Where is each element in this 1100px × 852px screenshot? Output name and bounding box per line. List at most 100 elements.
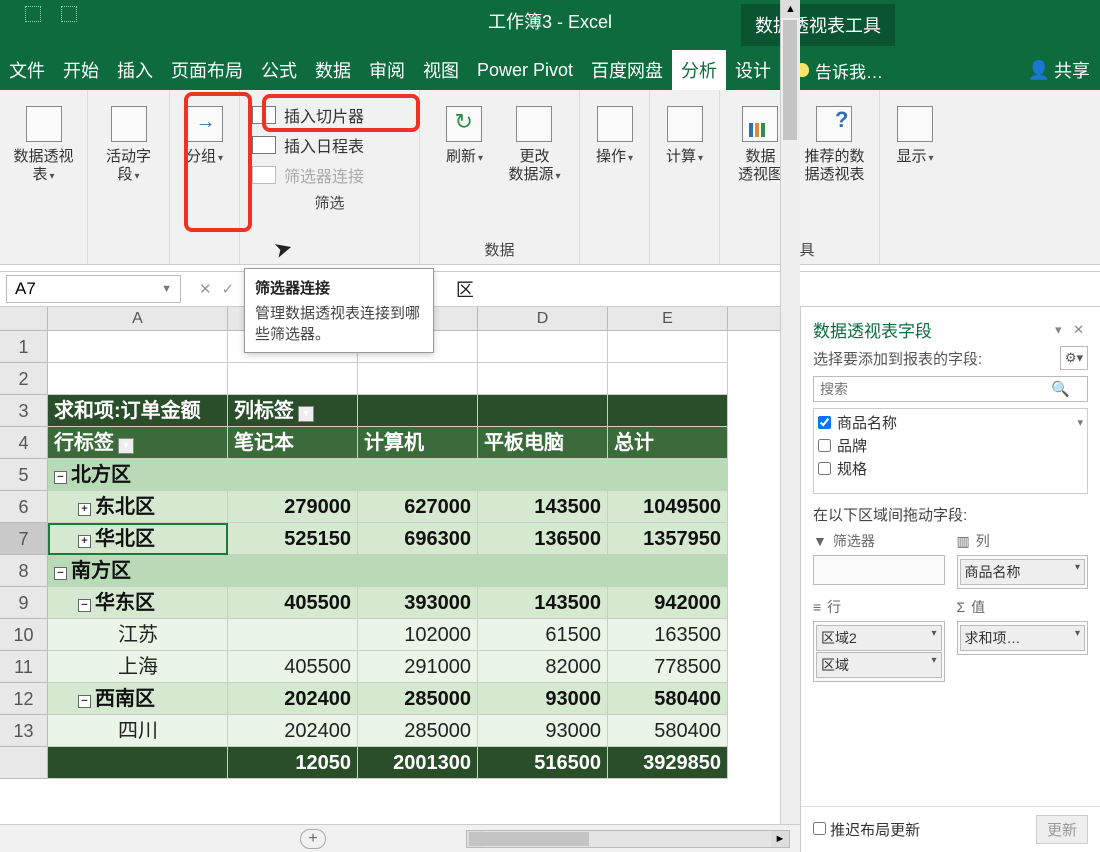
chevron-down-icon[interactable]: ▼ [161, 283, 172, 295]
actions-button[interactable]: 操作 [583, 94, 647, 258]
dropdown-icon[interactable]: ▾ [298, 406, 314, 422]
field-chip[interactable]: 区域▾ [816, 652, 942, 678]
tell-me[interactable]: 告诉我… [795, 58, 883, 83]
ribbon-group-tools: 数据 透视图 推荐的数 据透视表 工具 [720, 90, 880, 264]
arrow-icon [187, 106, 223, 142]
insert-slicer-button[interactable]: 插入切片器 [246, 100, 370, 130]
search-icon[interactable]: 🔍 [1051, 380, 1070, 398]
tab-powerpivot[interactable]: Power Pivot [468, 52, 582, 89]
horizontal-scrollbar[interactable]: ◄ ► [466, 830, 790, 848]
field-item[interactable]: 品牌 [818, 434, 1083, 457]
share-button[interactable]: 👤 共享 [1028, 57, 1090, 83]
panel-controls[interactable]: ▾ ✕ [1055, 322, 1088, 338]
collapse-icon[interactable]: − [54, 471, 67, 484]
area-columns[interactable]: ▥列 商品名称▾ [957, 531, 1089, 589]
select-all-corner[interactable] [0, 307, 48, 330]
actions-icon [597, 106, 633, 142]
scroll-up-icon[interactable]: ▲ [781, 0, 800, 18]
scroll-thumb[interactable] [783, 20, 797, 140]
vertical-scrollbar[interactable]: ▲ [780, 0, 800, 824]
show-button[interactable]: 显示 [883, 94, 947, 258]
tab-file[interactable]: 文件 [0, 49, 54, 91]
tab-home[interactable]: 开始 [54, 49, 108, 91]
ribbon: 数据透视表 活动字段 分组 插入切片器 插入日程表 筛选器连接 筛选 刷新 更改… [0, 90, 1100, 265]
field-chip[interactable]: 求和项…▾ [960, 625, 1086, 651]
qat-item[interactable] [61, 6, 77, 22]
add-sheet-button[interactable]: + [300, 829, 326, 849]
defer-layout-checkbox[interactable]: 推迟布局更新 [813, 819, 920, 840]
scroll-thumb[interactable] [469, 832, 589, 846]
row-header[interactable]: 9 [0, 587, 48, 619]
enter-icon[interactable]: ✓ [222, 280, 235, 298]
search-input[interactable] [813, 376, 1088, 402]
collapse-icon[interactable]: − [54, 567, 67, 580]
worksheet[interactable]: A B C D E 1 2 3 求和项:订单金额 列标签▾ 4 行标签▾ 笔记本… [0, 307, 800, 852]
expand-icon[interactable]: + [78, 503, 91, 516]
tab-data[interactable]: 数据 [306, 49, 360, 91]
formula-content[interactable]: 区 [456, 276, 474, 302]
refresh-button[interactable]: 刷新 [432, 94, 496, 237]
ribbon-group-filter: 插入切片器 插入日程表 筛选器连接 筛选 [240, 90, 420, 264]
row-header[interactable]: 7 [0, 523, 48, 555]
tab-review[interactable]: 审阅 [360, 49, 414, 91]
tab-design[interactable]: 设计 [726, 49, 780, 91]
name-box[interactable]: A7▼ [6, 275, 181, 303]
collapse-icon[interactable]: − [78, 599, 91, 612]
col-header-d[interactable]: D [478, 307, 608, 330]
activefield-button[interactable]: 活动字段 [94, 94, 163, 258]
scroll-right-icon[interactable]: ► [771, 831, 789, 847]
field-chip[interactable]: 商品名称▾ [960, 559, 1086, 585]
field-search: 🔍 [813, 376, 1088, 402]
row-header[interactable]: 1 [0, 331, 48, 363]
gear-icon[interactable]: ⚙▾ [1060, 346, 1088, 370]
chevron-down-icon[interactable]: ▾ [1077, 416, 1083, 429]
cancel-icon[interactable]: ✕ [199, 280, 212, 298]
group-button[interactable]: 分组 [173, 94, 237, 258]
calc-button[interactable]: 计算 [653, 94, 717, 258]
tooltip-title: 筛选器连接 [255, 277, 423, 298]
field-list[interactable]: 商品名称▾ 品牌 规格 [813, 408, 1088, 494]
field-chip[interactable]: 区域2▾ [816, 625, 942, 651]
tab-layout[interactable]: 页面布局 [162, 49, 252, 91]
area-filters[interactable]: ▼筛选器 [813, 531, 945, 589]
row-header[interactable]: 2 [0, 363, 48, 395]
row-header[interactable]: 12 [0, 683, 48, 715]
dropdown-icon[interactable]: ▾ [118, 438, 134, 454]
ribbon-group-group: 分组 [170, 90, 240, 264]
qat-item[interactable] [25, 6, 41, 22]
field-item[interactable]: 商品名称▾ [818, 411, 1083, 434]
tab-analyze[interactable]: 分析 [672, 49, 726, 91]
recommended-button[interactable]: 推荐的数 据透视表 [798, 94, 870, 237]
update-button: 更新 [1036, 815, 1088, 844]
window-title: 工作簿3 - Excel [488, 8, 612, 34]
col-header-e[interactable]: E [608, 307, 728, 330]
expand-icon[interactable]: + [78, 535, 91, 548]
insert-timeline-button[interactable]: 插入日程表 [246, 130, 370, 160]
ribbon-group-actions: 操作 [580, 90, 650, 264]
field-item[interactable]: 规格 [818, 457, 1083, 480]
row-header[interactable] [0, 747, 48, 779]
row-header[interactable]: 5 [0, 459, 48, 491]
change-source-button[interactable]: 更改 数据源 [502, 94, 566, 237]
field-icon [111, 106, 147, 142]
row-header[interactable]: 4 [0, 427, 48, 459]
collapse-icon[interactable]: − [78, 695, 91, 708]
row-header[interactable]: 13 [0, 715, 48, 747]
calc-icon [667, 106, 703, 142]
pivot-tools-label: 数据透视表工具 [741, 4, 895, 46]
row-header[interactable]: 3 [0, 395, 48, 427]
row-header[interactable]: 11 [0, 651, 48, 683]
row-header[interactable]: 10 [0, 619, 48, 651]
tab-baidu[interactable]: 百度网盘 [582, 49, 672, 91]
area-values[interactable]: Σ值 求和项…▾ [957, 597, 1089, 682]
tab-view[interactable]: 视图 [414, 49, 468, 91]
areas-grid: ▼筛选器 ▥列 商品名称▾ ≡行 区域2▾ 区域▾ Σ值 求和项…▾ [801, 531, 1100, 690]
pivottable-button[interactable]: 数据透视表 [6, 94, 81, 258]
tab-insert[interactable]: 插入 [108, 49, 162, 91]
tab-formulas[interactable]: 公式 [252, 49, 306, 91]
row-header[interactable]: 8 [0, 555, 48, 587]
col-header-a[interactable]: A [48, 307, 228, 330]
row-header[interactable]: 6 [0, 491, 48, 523]
pivot-field-panel: 数据透视表字段 ▾ ✕ 选择要添加到报表的字段: ⚙▾ 🔍 商品名称▾ 品牌 规… [800, 307, 1100, 852]
area-rows[interactable]: ≡行 区域2▾ 区域▾ [813, 597, 945, 682]
